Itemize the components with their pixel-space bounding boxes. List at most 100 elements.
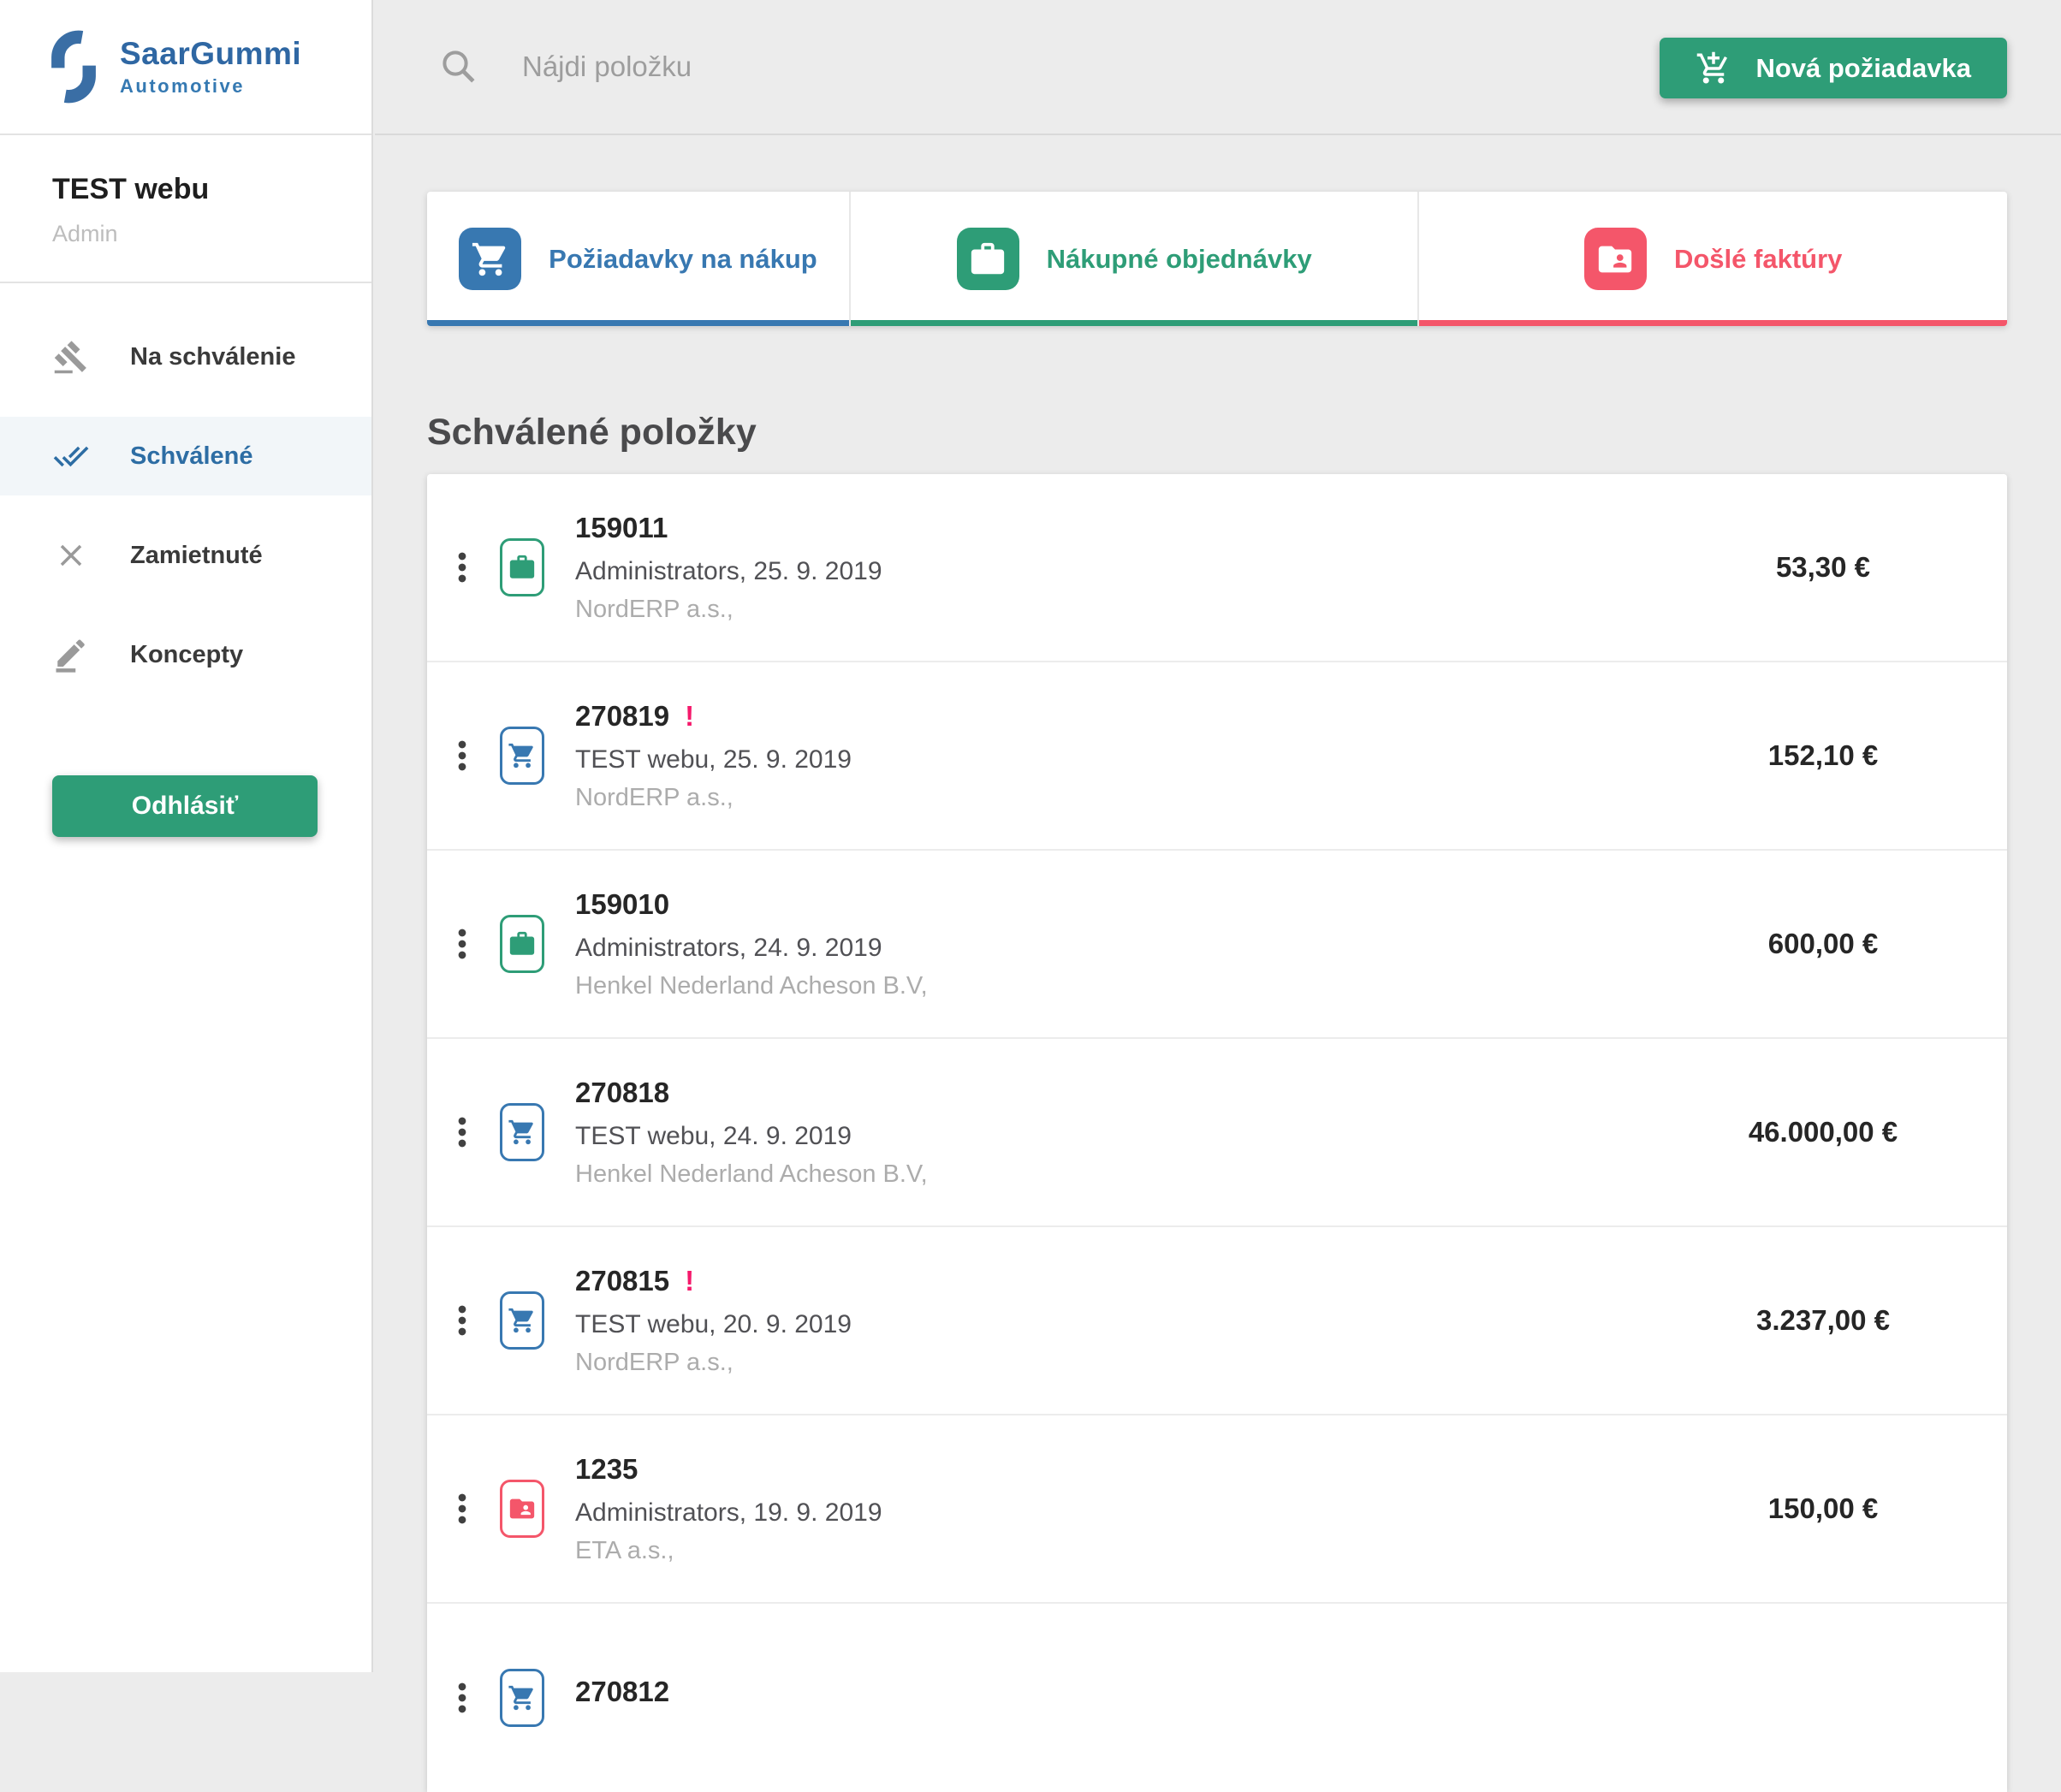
- folder-user-icon: [508, 1494, 537, 1523]
- row-menu-button[interactable]: [440, 1110, 484, 1154]
- sidebar-item-label: Zamietnuté: [130, 542, 263, 570]
- folder-user-icon: [1584, 228, 1647, 290]
- page-title: Schválené položky: [427, 412, 2007, 454]
- top-header: Nová požiadavka: [375, 0, 2061, 135]
- tab-label: Nákupné objednávky: [1047, 244, 1312, 275]
- alert-icon: !: [685, 1265, 694, 1297]
- row-menu-button[interactable]: [440, 1676, 484, 1720]
- item-price: 46.000,00 €: [1678, 1116, 1969, 1148]
- row-type-badge: [500, 1291, 544, 1350]
- row-text: 270818 TEST webu, 24. 9. 2019 Henkel Neder…: [575, 1077, 1678, 1189]
- sidebar-item-schv-len[interactable]: Schválené: [0, 417, 371, 495]
- tab-label: Požiadavky na nákup: [549, 244, 817, 275]
- item-meta: Administrators, 19. 9. 2019: [575, 1498, 1678, 1528]
- briefcase-icon: [508, 929, 537, 958]
- tab-po-iadavky-na-n-kup[interactable]: Požiadavky na nákup: [427, 192, 849, 326]
- logout-button[interactable]: Odhlásiť: [52, 775, 318, 837]
- row-menu-button[interactable]: [440, 1298, 484, 1343]
- row-type-badge: [500, 1103, 544, 1161]
- list-item-1235[interactable]: 1235 Administrators, 19. 9. 2019 ETA a.s.,…: [427, 1415, 2007, 1604]
- row-menu-button[interactable]: [440, 1486, 484, 1531]
- item-id: 159011: [575, 512, 1678, 544]
- more-vert-icon: [440, 545, 484, 590]
- sidebar: SaarGummi Automotive TEST webu Admin Na …: [0, 0, 373, 1672]
- sidebar-item-koncepty[interactable]: Koncepty: [0, 615, 371, 694]
- cart-icon: [508, 741, 537, 770]
- row-type-badge: [500, 1669, 544, 1727]
- item-supplier: NordERP a.s.,: [575, 784, 1678, 812]
- row-text: 159011Administrators, 25. 9. 2019NordERP…: [575, 512, 1678, 624]
- cart-icon: [508, 1306, 537, 1335]
- briefcase-icon: [968, 240, 1007, 279]
- cart-icon: [459, 228, 521, 290]
- sidebar-item-na-schv-lenie[interactable]: Na schválenie: [0, 317, 371, 396]
- search-input[interactable]: [520, 50, 1137, 84]
- list-item-159011[interactable]: 159011Administrators, 25. 9. 2019NordERP…: [427, 474, 2007, 662]
- folder-user-icon: [1595, 240, 1635, 279]
- row-type-badge: [500, 538, 544, 596]
- item-meta: Administrators, 24. 9. 2019: [575, 934, 1678, 963]
- item-price: 3.237,00 €: [1678, 1304, 1969, 1337]
- item-price: 53,30 €: [1678, 551, 1969, 584]
- new-request-button[interactable]: Nová požiadavka: [1660, 38, 2007, 98]
- user-name: TEST webu: [52, 173, 371, 206]
- tab-accent-bar: [1419, 320, 2007, 326]
- list-item-270815[interactable]: 270815! TEST webu, 20. 9. 2019 NordERP a.s…: [427, 1227, 2007, 1415]
- list-item-159010[interactable]: 159010 Administrators, 24. 9. 2019 Henkel …: [427, 851, 2007, 1039]
- briefcase-icon: [957, 228, 1019, 290]
- item-id: 1235: [575, 1453, 1678, 1486]
- item-supplier: Henkel Nederland Acheson B.V,: [575, 972, 1678, 1000]
- item-id: 270812: [575, 1676, 1678, 1708]
- sidebar-item-label: Na schválenie: [130, 343, 295, 371]
- item-id: 270815!: [575, 1265, 1678, 1297]
- item-meta: TEST webu, 20. 9. 2019: [575, 1310, 1678, 1339]
- close-icon: [53, 537, 89, 573]
- row-text: 159010 Administrators, 24. 9. 2019 Henkel …: [575, 888, 1678, 1000]
- item-price: 150,00 €: [1678, 1492, 1969, 1525]
- item-meta: TEST webu, 24. 9. 2019: [575, 1122, 1678, 1151]
- item-supplier: NordERP a.s.,: [575, 1349, 1678, 1377]
- more-vert-icon: [440, 1110, 484, 1154]
- search: [438, 46, 1137, 87]
- user-info: TEST webu Admin: [0, 135, 371, 283]
- list-item-270819[interactable]: 270819!TEST webu, 25. 9. 2019NordERP a.s…: [427, 662, 2007, 851]
- row-text: 270812: [575, 1676, 1678, 1721]
- tab-accent-bar: [851, 320, 1418, 326]
- row-menu-button[interactable]: [440, 545, 484, 590]
- user-role: Admin: [52, 221, 371, 247]
- item-id: 270819!: [575, 700, 1678, 733]
- list-item-270818[interactable]: 270818 TEST webu, 24. 9. 2019 Henkel Neder…: [427, 1039, 2007, 1227]
- row-type-badge: [500, 1480, 544, 1538]
- alert-icon: !: [685, 700, 694, 733]
- briefcase-icon: [508, 553, 537, 582]
- gavel-icon: [53, 339, 89, 375]
- more-vert-icon: [440, 1298, 484, 1343]
- item-supplier: ETA a.s.,: [575, 1537, 1678, 1565]
- sidebar-item-zamietnut[interactable]: Zamietnuté: [0, 516, 371, 595]
- add-cart-icon: [1696, 50, 1731, 86]
- item-id: 159010: [575, 888, 1678, 921]
- brand-name: SaarGummi: [120, 36, 301, 72]
- tab-n-kupn-objedn-vky[interactable]: Nákupné objednávky: [849, 192, 1418, 326]
- row-menu-button[interactable]: [440, 733, 484, 778]
- more-vert-icon: [440, 922, 484, 966]
- row-text: 270815! TEST webu, 20. 9. 2019 NordERP a.s…: [575, 1265, 1678, 1377]
- more-vert-icon: [440, 733, 484, 778]
- tabs-bar: Požiadavky na nákup Nákupné objednávky Doš…: [427, 192, 2007, 326]
- brand-subtitle: Automotive: [120, 75, 301, 98]
- item-meta: Administrators, 25. 9. 2019: [575, 557, 1678, 586]
- item-supplier: Henkel Nederland Acheson B.V,: [575, 1160, 1678, 1189]
- sidebar-item-label: Koncepty: [130, 641, 243, 669]
- new-request-label: Nová požiadavka: [1755, 53, 1971, 84]
- add-cart-icon: [1696, 50, 1731, 86]
- row-text: 1235 Administrators, 19. 9. 2019 ETA a.s.,: [575, 1453, 1678, 1565]
- brand-logo: SaarGummi Automotive: [0, 0, 371, 135]
- list-item-270812[interactable]: 270812: [427, 1604, 2007, 1792]
- item-id: 270818: [575, 1077, 1678, 1109]
- content: Požiadavky na nákup Nákupné objednávky Doš…: [375, 192, 2061, 1792]
- sidebar-item-label: Schválené: [130, 442, 252, 471]
- tab-do-l-fakt-ry[interactable]: Došlé faktúry: [1417, 192, 2007, 326]
- item-price: 600,00 €: [1678, 928, 1969, 960]
- row-menu-button[interactable]: [440, 922, 484, 966]
- row-text: 270819!TEST webu, 25. 9. 2019NordERP a.s…: [575, 700, 1678, 812]
